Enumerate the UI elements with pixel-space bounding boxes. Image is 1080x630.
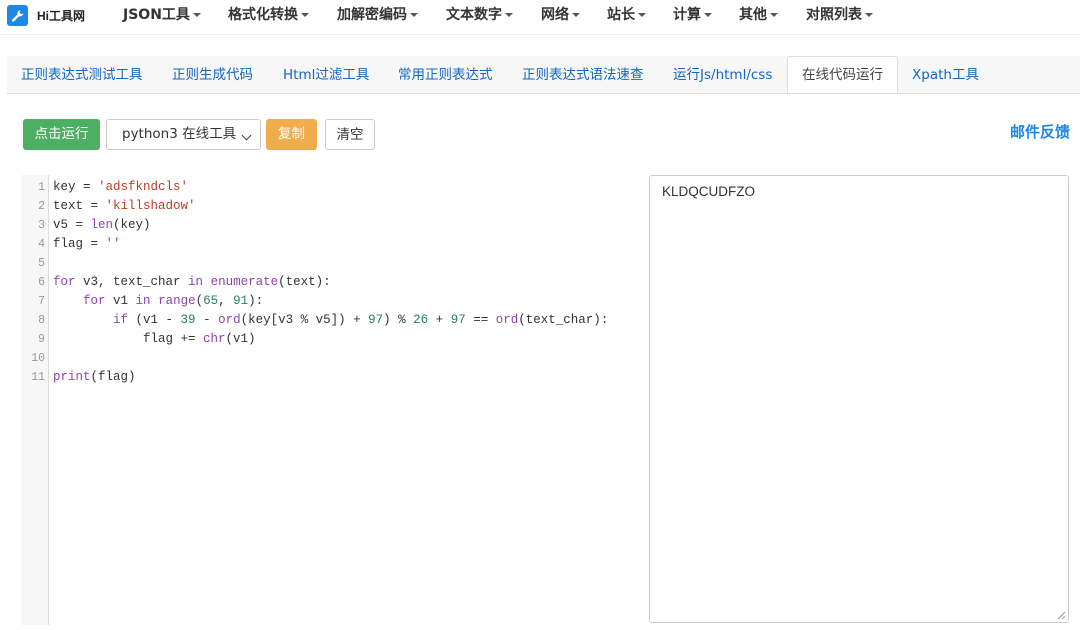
nav-label: JSON工具 <box>123 7 190 23</box>
line-number-gutter: 1 2 3 4 5 6 7 8 9 10 11 <box>21 175 49 625</box>
tab-common-regex[interactable]: 常用正则表达式 <box>398 56 493 93</box>
line-number: 5 <box>38 257 45 270</box>
code-line: for v3, text_char in enumerate(text): <box>53 275 331 289</box>
nav-label: 加解密编码 <box>337 7 407 23</box>
nav-reference-list[interactable]: 对照列表 <box>806 4 873 24</box>
line-number: 8 <box>38 314 45 327</box>
line-number: 9 <box>38 333 45 346</box>
clear-button[interactable]: 清空 <box>325 119 375 150</box>
caret-down-icon <box>192 12 201 17</box>
nav-encode-decode[interactable]: 加解密编码 <box>337 4 418 24</box>
caret-down-icon <box>572 12 580 17</box>
nav-label: 格式化转换 <box>228 7 298 23</box>
tab-online-code-run[interactable]: 在线代码运行 <box>787 56 898 93</box>
nav-label: 站长 <box>607 7 635 23</box>
chevron-down-icon <box>241 130 252 141</box>
nav-json-tools[interactable]: JSON工具 <box>123 4 201 24</box>
wrench-icon <box>7 5 28 26</box>
caret-down-icon <box>704 12 712 17</box>
language-select-value: python3 在线工具 <box>122 126 237 142</box>
line-number: 10 <box>31 352 45 365</box>
resize-handle-icon[interactable] <box>1057 611 1066 620</box>
nav-text-number[interactable]: 文本数字 <box>446 4 513 24</box>
caret-down-icon <box>770 12 778 17</box>
nav-other[interactable]: 其他 <box>739 4 778 24</box>
nav-label: 文本数字 <box>446 7 502 23</box>
line-number: 7 <box>38 295 45 308</box>
code-line: for v1 in range(65, 91): <box>83 294 264 308</box>
tool-tabs: 正则表达式测试工具 正则生成代码 Html过滤工具 常用正则表达式 正则表达式语… <box>7 56 1080 94</box>
nav-network[interactable]: 网络 <box>541 4 580 24</box>
nav-calculate[interactable]: 计算 <box>673 4 712 24</box>
code-editor[interactable]: 1 2 3 4 5 6 7 8 9 10 11 key = 'adsfkndcl… <box>21 175 641 625</box>
copy-button[interactable]: 复制 <box>266 119 317 150</box>
line-number: 3 <box>38 219 45 232</box>
tab-regex-cheatsheet[interactable]: 正则表达式语法速查 <box>522 56 644 93</box>
nav-format-convert[interactable]: 格式化转换 <box>228 4 309 24</box>
code-line: flag = '' <box>53 237 121 251</box>
brand[interactable]: Hi工具网 <box>7 5 85 26</box>
nav-webmaster[interactable]: 站长 <box>607 4 646 24</box>
top-navbar: Hi工具网 JSON工具 格式化转换 加解密编码 文本数字 网络 站长 计算 其… <box>0 0 1080 35</box>
code-line: text = 'killshadow' <box>53 199 196 213</box>
line-number: 6 <box>38 276 45 289</box>
tab-run-js-html-css[interactable]: 运行Js/html/css <box>673 56 772 93</box>
email-feedback-link[interactable]: 邮件反馈 <box>1010 121 1070 142</box>
line-number: 1 <box>38 181 45 194</box>
language-select[interactable]: python3 在线工具 <box>106 119 261 150</box>
line-number: 2 <box>38 200 45 213</box>
caret-down-icon <box>301 12 309 17</box>
nav-label: 对照列表 <box>806 7 862 23</box>
tab-regex-test[interactable]: 正则表达式测试工具 <box>21 56 143 93</box>
tab-html-filter[interactable]: Html过滤工具 <box>283 56 369 93</box>
code-line: key = 'adsfkndcls' <box>53 180 189 194</box>
line-number: 4 <box>38 238 45 251</box>
brand-name: Hi工具网 <box>37 9 86 23</box>
nav-label: 网络 <box>541 7 569 23</box>
tab-xpath-tool[interactable]: Xpath工具 <box>912 56 979 93</box>
code-line: if (v1 - 39 - ord(key[v3 % v5]) + 97) % … <box>113 313 609 327</box>
output-panel[interactable]: KLDQCUDFZO <box>649 175 1069 623</box>
nav-label: 其他 <box>739 7 767 23</box>
code-line: print(flag) <box>53 370 136 384</box>
caret-down-icon <box>638 12 646 17</box>
output-text: KLDQCUDFZO <box>662 184 756 199</box>
caret-down-icon <box>865 12 873 17</box>
caret-down-icon <box>410 12 418 17</box>
code-line: v5 = len(key) <box>53 218 151 232</box>
line-number: 11 <box>31 371 45 384</box>
run-button[interactable]: 点击运行 <box>23 119 100 150</box>
tab-regex-codegen[interactable]: 正则生成代码 <box>172 56 253 93</box>
code-line: flag += chr(v1) <box>53 332 256 346</box>
caret-down-icon <box>505 12 513 17</box>
nav-label: 计算 <box>673 7 701 23</box>
